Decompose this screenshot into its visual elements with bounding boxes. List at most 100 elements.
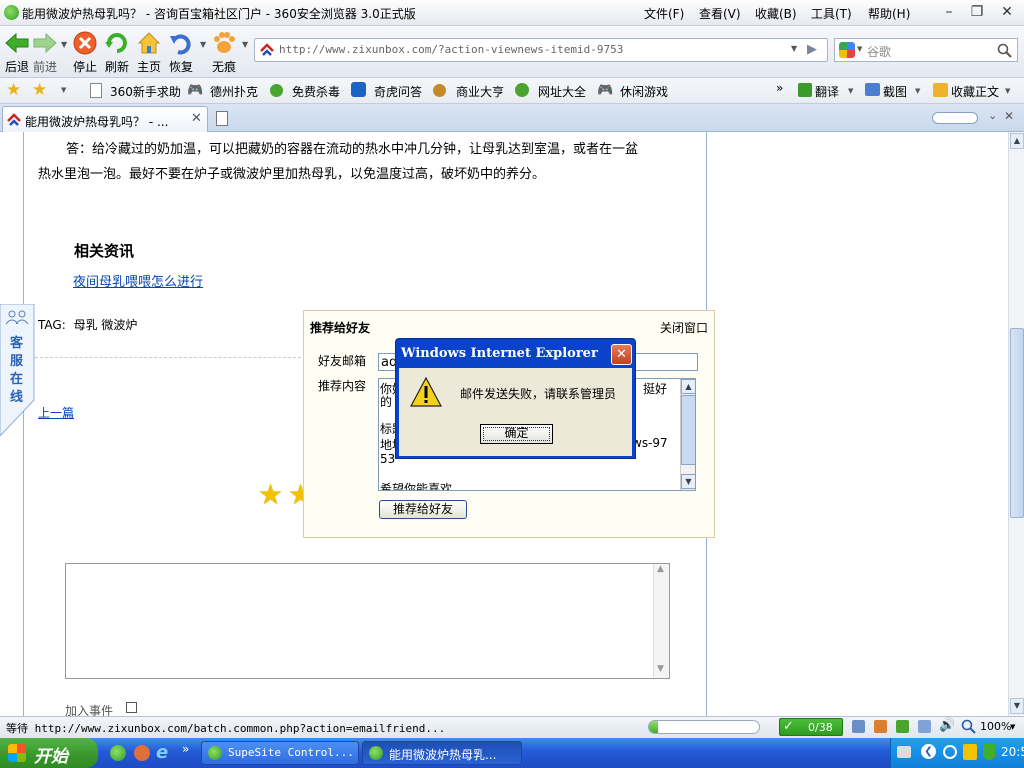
incognito-label: 无痕 [211, 60, 236, 74]
tray-shield-icon[interactable] [983, 744, 995, 760]
home-button[interactable]: 主页 [132, 28, 166, 76]
tab-active[interactable]: 能用微波炉热母乳吗？ - ... ✕ [2, 106, 208, 132]
close-window-button[interactable]: ✕ [996, 3, 1018, 21]
menu-file[interactable]: 文件(F) [644, 5, 684, 22]
minimize-button[interactable]: – [938, 3, 960, 21]
comment-textarea[interactable]: ▲ ▼ [65, 563, 670, 679]
clock: 20:59 [1001, 745, 1024, 759]
address-bar[interactable]: http://www.zixunbox.com/?action-viewnews… [254, 38, 828, 62]
quicklaunch-browser-icon[interactable] [110, 745, 126, 761]
content-line: 的 [380, 395, 393, 409]
translate-button[interactable]: 翻译 [815, 83, 839, 100]
page-scrollbar[interactable]: ▲ ▼ [1008, 132, 1024, 716]
fav-360-help[interactable]: 360新手求助 [110, 83, 181, 100]
alert-ok-button[interactable]: 确定 [480, 424, 553, 444]
tray-360-icon[interactable] [963, 744, 977, 760]
tag-values[interactable]: 母乳 微波炉 [74, 318, 138, 332]
engine-dropdown-icon[interactable]: ▼ [857, 45, 862, 53]
address-dropdown-icon[interactable]: ▼ [791, 44, 797, 53]
zoom-level[interactable]: 100% [980, 720, 1011, 733]
close-panel-link[interactable]: 关闭窗口 [660, 319, 708, 336]
save-article-button[interactable]: 收藏正文 [951, 83, 999, 100]
status-icon[interactable] [874, 720, 887, 733]
favorites-overflow-icon[interactable]: » [776, 81, 783, 95]
quicklaunch-ie-icon[interactable]: e [156, 742, 168, 763]
incognito-button[interactable]: 无痕 [207, 28, 241, 76]
tab-list-chevron-icon[interactable]: ⌄ [988, 109, 997, 122]
task-current-page[interactable]: 能用微波炉热母乳... [362, 741, 522, 765]
save-article-dropdown-icon[interactable]: ▼ [1005, 87, 1010, 95]
system-tray: ❮ 20:59 [890, 738, 1024, 768]
fav-url-directory[interactable]: 网址大全 [538, 83, 586, 100]
address-url[interactable]: http://www.zixunbox.com/?action-viewnews… [279, 43, 623, 56]
scroll-up-icon[interactable]: ▲ [657, 564, 664, 574]
scroll-down-icon[interactable]: ▼ [657, 664, 664, 674]
zoom-dropdown-icon[interactable]: ▼ [1010, 723, 1015, 731]
refresh-button[interactable]: 刷新 [100, 28, 134, 76]
menu-favorites[interactable]: 收藏(B) [755, 5, 797, 22]
screenshot-dropdown-icon[interactable]: ▼ [915, 87, 920, 95]
recommend-content-label: 推荐内容 [318, 379, 367, 393]
forward-button[interactable]: 前进 [28, 28, 62, 76]
comment-scrollbar[interactable]: ▲ ▼ [653, 564, 669, 678]
menu-view[interactable]: 查看(V) [699, 5, 741, 22]
screenshot-button[interactable]: 截图 [883, 83, 907, 100]
fav-business-tycoon[interactable]: 商业大亨 [456, 83, 504, 100]
status-icon[interactable] [918, 720, 931, 733]
go-icon[interactable]: ▶ [807, 42, 817, 57]
status-icon[interactable] [896, 720, 909, 733]
rating-star-icon[interactable]: ★ [258, 478, 283, 511]
add-favorite-star-icon[interactable]: ★ [32, 80, 47, 100]
tab-bar-close-icon[interactable]: ✕ [1004, 109, 1014, 123]
service-char: 线 [10, 390, 24, 405]
add-favorite-dropdown-icon[interactable]: ▼ [61, 86, 66, 94]
recommend-submit-button[interactable]: 推荐给好友 [379, 500, 467, 519]
start-button[interactable]: 开始 [0, 738, 98, 768]
scroll-thumb[interactable] [681, 395, 695, 465]
fav-qihoo-qa[interactable]: 奇虎问答 [374, 83, 422, 100]
favorites-star-icon[interactable]: ★ [6, 80, 21, 100]
related-news-link[interactable]: 夜间母乳喂喂怎么进行 [73, 271, 203, 290]
tray-search-icon[interactable] [943, 745, 957, 759]
search-box[interactable]: ▼ 谷歌 [834, 38, 1018, 62]
new-tab-icon[interactable] [216, 111, 228, 126]
forward-dropdown-icon[interactable]: ▼ [61, 40, 67, 49]
content-scrollbar[interactable]: ▲ ▼ [680, 379, 695, 490]
taskbar: 开始 e » SupeSite Control... 能用微波炉热母乳... ❮… [0, 738, 1024, 768]
scroll-down-icon[interactable]: ▼ [681, 474, 695, 489]
stop-button[interactable]: 停止 [68, 28, 102, 76]
fav-free-antivirus[interactable]: 免费杀毒 [292, 83, 340, 100]
alert-close-button[interactable]: ✕ [611, 344, 632, 365]
translate-dropdown-icon[interactable]: ▼ [848, 87, 853, 95]
quicklaunch-overflow-icon[interactable]: » [182, 742, 189, 756]
status-icon[interactable] [852, 720, 865, 733]
incognito-dropdown-icon[interactable]: ▼ [242, 40, 248, 49]
antivirus-icon [270, 84, 283, 97]
restore-dropdown-icon[interactable]: ▼ [200, 40, 206, 49]
counter-badge[interactable]: ✓ 0/38 [779, 718, 843, 736]
menu-tools[interactable]: 工具(T) [811, 5, 852, 22]
restore-button[interactable]: ❐ [966, 3, 988, 21]
menu-help[interactable]: 帮助(H) [868, 5, 910, 22]
scroll-up-icon[interactable]: ▲ [1010, 133, 1024, 149]
zoom-icon[interactable] [961, 719, 976, 734]
search-icon[interactable] [997, 43, 1012, 58]
task-browser-icon [208, 746, 222, 760]
quicklaunch-app-icon[interactable] [134, 745, 150, 761]
tab-search-pill[interactable] [932, 112, 978, 124]
scroll-down-icon[interactable]: ▼ [1010, 698, 1024, 714]
add-event-checkbox[interactable] [126, 702, 137, 713]
customer-service-widget[interactable]: 客 服 在 线 [0, 304, 35, 436]
fav-casual-games[interactable]: 休闲游戏 [620, 83, 668, 100]
scroll-thumb[interactable] [1010, 328, 1024, 518]
previous-article-link[interactable]: 上一篇 [38, 404, 74, 421]
google-engine-icon[interactable] [839, 42, 855, 58]
tray-expand-icon[interactable]: ❮ [921, 744, 936, 759]
task-supesite[interactable]: SupeSite Control... [201, 741, 359, 765]
tab-close-icon[interactable]: ✕ [191, 111, 202, 126]
scroll-up-icon[interactable]: ▲ [681, 379, 695, 394]
keyboard-icon[interactable] [897, 746, 911, 758]
fav-texas-poker[interactable]: 德州扑克 [210, 83, 258, 100]
speaker-icon[interactable]: 🔊 [939, 718, 955, 733]
restore-tab-button[interactable]: 恢复 [164, 28, 198, 76]
